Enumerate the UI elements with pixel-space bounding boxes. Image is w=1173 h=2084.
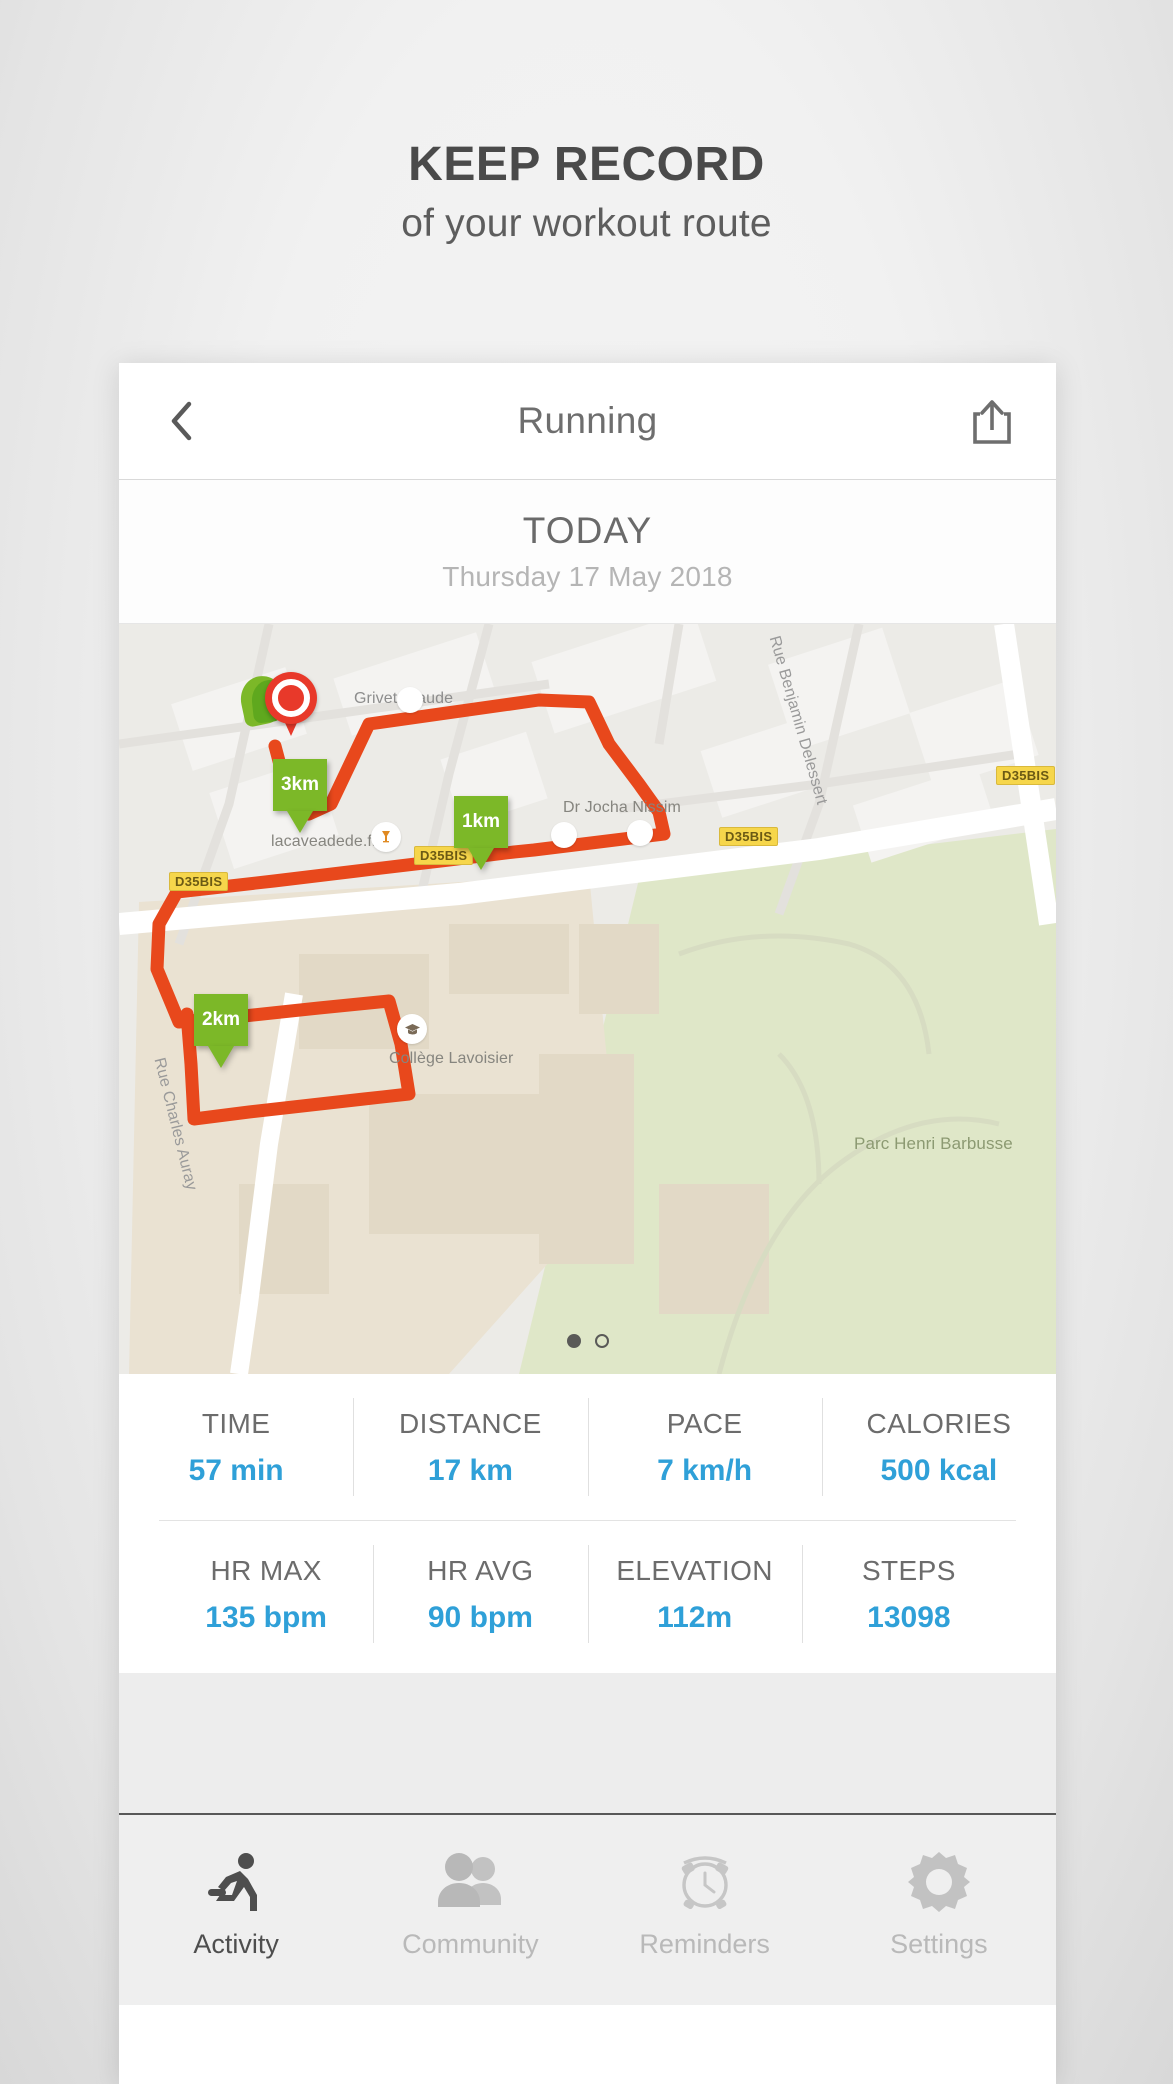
tab-settings[interactable]: Settings: [822, 1845, 1056, 1960]
road-shield: D35BIS: [169, 872, 229, 891]
km-marker-label: 2km: [194, 994, 248, 1046]
km-marker-tip: [208, 1046, 234, 1068]
km-marker-tip: [468, 848, 494, 870]
content-spacer: [119, 1673, 1056, 1813]
route-start-pin[interactable]: [236, 671, 317, 736]
alarm-clock-icon: [674, 1845, 736, 1919]
stat-elevation: ELEVATION 112m: [587, 1521, 802, 1667]
date-full-label: Thursday 17 May 2018: [442, 561, 733, 592]
stat-value: 7 km/h: [657, 1454, 753, 1487]
date-header: TODAY Thursday 17 May 2018: [119, 480, 1056, 624]
share-button[interactable]: [964, 391, 1020, 451]
start-pin-circle: [265, 672, 317, 724]
tab-community[interactable]: Community: [353, 1845, 587, 1960]
headline-title: KEEP RECORD: [408, 138, 765, 191]
stat-value: 500 kcal: [880, 1454, 998, 1487]
chevron-left-icon: [171, 401, 192, 441]
stat-label: STEPS: [861, 1555, 956, 1586]
school-poi-icon: [397, 1014, 427, 1044]
road-shield: D35BIS: [719, 827, 779, 846]
back-button[interactable]: [153, 393, 209, 449]
stat-hr-max: HR MAX 135 bpm: [159, 1521, 373, 1667]
tab-activity[interactable]: Activity: [119, 1845, 353, 1960]
tab-label: Activity: [193, 1929, 279, 1959]
map-label-college-lavoisier: Collège Lavoisier: [389, 1050, 514, 1067]
km-marker-1km[interactable]: 1km: [454, 796, 508, 870]
people-group-icon: [437, 1845, 503, 1919]
km-marker-2km[interactable]: 2km: [194, 994, 248, 1068]
workout-stats: TIME 57 min DISTANCE 17 km PACE 7 km/h C…: [119, 1374, 1056, 1673]
stat-hr-avg: HR AVG 90 bpm: [373, 1521, 587, 1667]
headline-subtitle: of your workout route: [401, 202, 772, 246]
stats-row-primary: TIME 57 min DISTANCE 17 km PACE 7 km/h C…: [119, 1374, 1056, 1520]
gear-icon: [907, 1845, 970, 1919]
km-marker-label: 3km: [273, 759, 327, 811]
stat-label: ELEVATION: [616, 1555, 773, 1586]
map-label-lacaveadede: lacaveadede.fr: [271, 833, 378, 850]
generic-poi-icon-3: [627, 820, 653, 846]
date-today-label: TODAY: [522, 510, 653, 551]
road-shield: D35BIS: [996, 766, 1056, 785]
stat-label: HR AVG: [427, 1555, 534, 1586]
page-dot-inactive[interactable]: [594, 1334, 609, 1348]
stat-value: 17 km: [427, 1454, 513, 1487]
km-marker-label: 1km: [454, 796, 508, 848]
map-label-parc-henri-barbusse: Parc Henri Barbusse: [854, 1134, 1013, 1153]
tab-label: Community: [402, 1929, 539, 1959]
app-navbar: Running: [119, 363, 1056, 480]
map-label-dr-jocha-nissim: Dr Jocha Nissim: [563, 799, 681, 816]
tab-label: Settings: [890, 1929, 988, 1959]
share-upload-icon: [973, 400, 1011, 444]
map-pagination[interactable]: [119, 1334, 1056, 1348]
stat-calories: CALORIES 500 kcal: [821, 1374, 1056, 1520]
stat-label: PACE: [666, 1408, 743, 1439]
generic-poi-icon-2: [551, 822, 577, 848]
map-graphic: [119, 624, 1056, 1374]
generic-poi-icon-1: [397, 687, 423, 713]
page-title: Running: [517, 400, 658, 441]
stat-time: TIME 57 min: [119, 1374, 353, 1520]
stat-value: 112m: [657, 1601, 733, 1634]
stat-label: TIME: [201, 1408, 271, 1439]
stat-value: 135 bpm: [205, 1601, 327, 1634]
route-map[interactable]: Grivet Claude Dr Jocha Nissim lacaveaded…: [119, 624, 1056, 1374]
running-person-icon: [206, 1845, 266, 1919]
stat-label: CALORIES: [866, 1408, 1012, 1439]
wine-glass-poi-icon: [371, 822, 401, 852]
stat-distance: DISTANCE 17 km: [353, 1374, 587, 1520]
tab-label: Reminders: [639, 1929, 770, 1959]
stat-value: 90 bpm: [427, 1601, 533, 1634]
stat-steps: STEPS 13098: [801, 1521, 1016, 1667]
stat-value: 13098: [867, 1601, 951, 1634]
bottom-tab-bar: Activity Community Reminders Settings: [119, 1813, 1056, 2005]
stat-label: DISTANCE: [399, 1408, 542, 1439]
km-marker-3km[interactable]: 3km: [273, 759, 327, 833]
promo-headline: KEEP RECORD of your workout route: [0, 138, 1173, 246]
page-dot-active[interactable]: [566, 1334, 581, 1348]
stats-row-secondary: HR MAX 135 bpm HR AVG 90 bpm ELEVATION 1…: [159, 1520, 1016, 1667]
km-marker-tip: [287, 811, 313, 833]
tab-reminders[interactable]: Reminders: [588, 1845, 822, 1960]
stat-value: 57 min: [188, 1454, 284, 1487]
stat-pace: PACE 7 km/h: [587, 1374, 822, 1520]
phone-screen: Running TODAY Thursday 17 May 2018 Grive…: [119, 363, 1056, 2084]
stat-label: HR MAX: [210, 1555, 322, 1586]
